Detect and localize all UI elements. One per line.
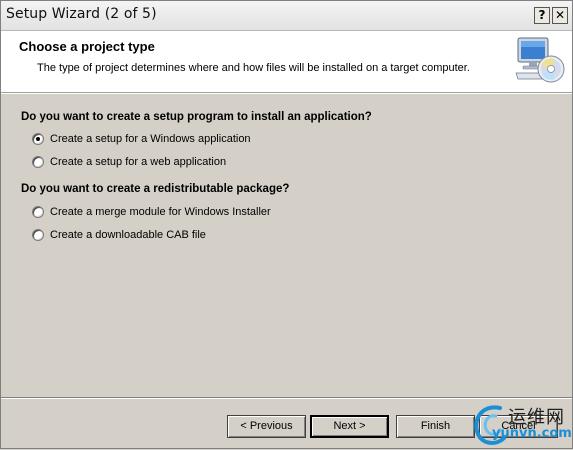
window-title: Setup Wizard (2 of 5) xyxy=(6,6,157,22)
radio-cab-file[interactable] xyxy=(32,229,44,241)
option-label[interactable]: Create a setup for a Windows application xyxy=(50,133,251,145)
option-label[interactable]: Create a merge module for Windows Instal… xyxy=(50,206,271,218)
cancel-button[interactable]: Cancel xyxy=(479,415,558,438)
page-title: Choose a project type xyxy=(19,39,155,54)
option-label[interactable]: Create a downloadable CAB file xyxy=(50,229,206,241)
computer-cd-icon xyxy=(515,37,565,83)
option-windows-application[interactable]: Create a setup for a Windows application xyxy=(32,131,251,147)
help-button[interactable]: ? xyxy=(534,7,550,24)
next-button[interactable]: Next > xyxy=(310,415,389,438)
option-label[interactable]: Create a setup for a web application xyxy=(50,156,226,168)
page-subtitle: The type of project determines where and… xyxy=(37,62,470,74)
previous-button[interactable]: < Previous xyxy=(227,415,306,438)
section-heading-setup-program: Do you want to create a setup program to… xyxy=(21,111,372,123)
option-merge-module[interactable]: Create a merge module for Windows Instal… xyxy=(32,204,271,220)
radio-windows-application[interactable] xyxy=(32,133,44,145)
radio-merge-module[interactable] xyxy=(32,206,44,218)
radio-web-application[interactable] xyxy=(32,156,44,168)
section-heading-redistributable: Do you want to create a redistributable … xyxy=(21,183,290,195)
footer-divider xyxy=(1,397,572,399)
finish-button[interactable]: Finish xyxy=(396,415,475,438)
wizard-header: Choose a project type The type of projec… xyxy=(1,31,572,94)
setup-wizard-window: Setup Wizard (2 of 5) ? ✕ Choose a proje… xyxy=(0,0,573,449)
close-button[interactable]: ✕ xyxy=(552,7,568,24)
title-bar[interactable]: Setup Wizard (2 of 5) ? ✕ xyxy=(1,1,572,31)
option-web-application[interactable]: Create a setup for a web application xyxy=(32,154,226,170)
option-cab-file[interactable]: Create a downloadable CAB file xyxy=(32,227,206,243)
